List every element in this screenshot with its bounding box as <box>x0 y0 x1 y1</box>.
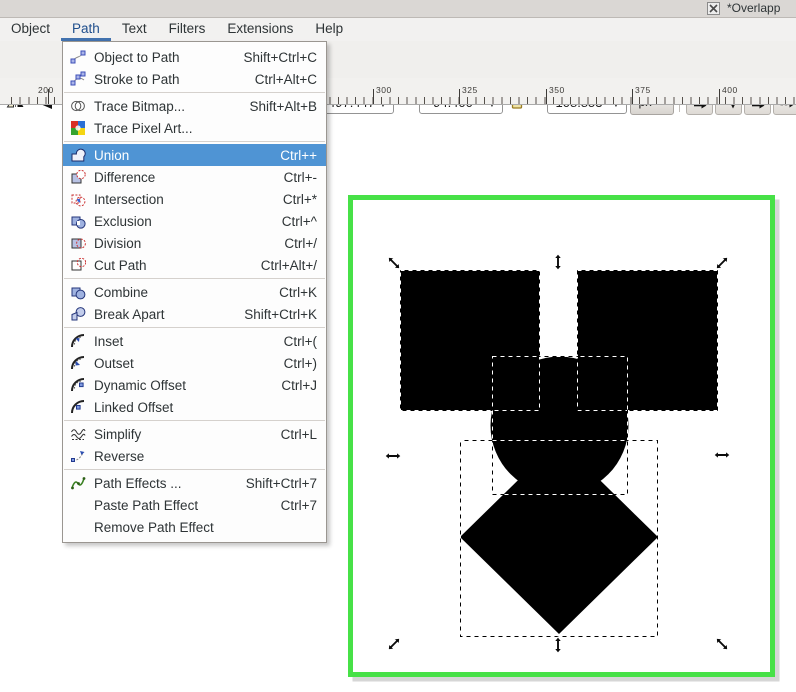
ruler-major-tick <box>373 89 374 104</box>
object-to-path-icon <box>69 49 86 66</box>
menu-separator <box>64 141 325 142</box>
titlebar: *Overlapp <box>0 0 796 18</box>
menu-item-reverse[interactable]: Reverse <box>63 445 326 467</box>
menubar: Object Path Text Filters Extensions Help <box>0 18 796 41</box>
menu-item-inset[interactable]: Inset Ctrl+( <box>63 330 326 352</box>
menu-separator <box>64 327 325 328</box>
menubar-item-object[interactable]: Object <box>0 18 61 41</box>
ruler-major-tick <box>546 89 547 104</box>
ruler-label: 350 <box>549 85 565 95</box>
menu-separator <box>64 92 325 93</box>
reverse-icon <box>69 448 86 465</box>
menu-item-object-to-path[interactable]: Object to Path Shift+Ctrl+C <box>63 46 326 68</box>
path-effects-icon <box>69 475 86 492</box>
stroke-to-path-icon <box>69 71 86 88</box>
menu-item-division[interactable]: Division Ctrl+/ <box>63 232 326 254</box>
menubar-item-text[interactable]: Text <box>111 18 158 41</box>
menubar-item-help[interactable]: Help <box>304 18 354 41</box>
outset-icon <box>69 355 86 372</box>
trace-pixel-art-icon <box>69 120 86 137</box>
ruler-label: 400 <box>722 85 738 95</box>
ruler-major-tick <box>459 89 460 104</box>
trace-bitmap-icon <box>69 98 86 115</box>
menubar-item-path[interactable]: Path <box>61 18 111 41</box>
ruler-label: 325 <box>462 85 478 95</box>
ruler-label: 300 <box>376 85 392 95</box>
difference-icon <box>69 169 86 186</box>
menu-item-paste-path-effect[interactable]: Paste Path Effect Ctrl+7 <box>63 494 326 516</box>
ruler-major-tick <box>719 89 720 104</box>
linked-offset-icon <box>69 399 86 416</box>
menu-item-trace-pixel-art[interactable]: Trace Pixel Art... <box>63 117 326 139</box>
menu-item-break-apart[interactable]: Break Apart Shift+Ctrl+K <box>63 303 326 325</box>
menu-separator <box>64 469 325 470</box>
menu-item-outset[interactable]: Outset Ctrl+) <box>63 352 326 374</box>
intersection-icon <box>69 191 86 208</box>
menu-item-exclusion[interactable]: Exclusion Ctrl+^ <box>63 210 326 232</box>
menu-item-combine[interactable]: Combine Ctrl+K <box>63 281 326 303</box>
menu-item-trace-bitmap[interactable]: Trace Bitmap... Shift+Alt+B <box>63 95 326 117</box>
menu-separator <box>64 420 325 421</box>
inset-icon <box>69 333 86 350</box>
no-icon <box>69 497 86 514</box>
menu-item-difference[interactable]: Difference Ctrl+- <box>63 166 326 188</box>
menu-separator <box>64 278 325 279</box>
menu-item-cut-path[interactable]: Cut Path Ctrl+Alt+/ <box>63 254 326 276</box>
menu-item-remove-path-effect[interactable]: Remove Path Effect <box>63 516 326 538</box>
exclusion-icon <box>69 213 86 230</box>
menu-item-dynamic-offset[interactable]: Dynamic Offset Ctrl+J <box>63 374 326 396</box>
dynamic-offset-icon <box>69 377 86 394</box>
ruler-label: 200 <box>38 85 54 95</box>
menu-item-path-effects[interactable]: Path Effects ... Shift+Ctrl+7 <box>63 472 326 494</box>
path-menu: Object to Path Shift+Ctrl+C Stroke to Pa… <box>62 41 327 543</box>
inkscape-window: *Overlapp Object Path Text Filters Exten… <box>0 0 796 692</box>
menubar-item-extensions[interactable]: Extensions <box>216 18 304 41</box>
union-icon <box>69 147 86 164</box>
menu-item-stroke-to-path[interactable]: Stroke to Path Ctrl+Alt+C <box>63 68 326 90</box>
menu-item-linked-offset[interactable]: Linked Offset <box>63 396 326 418</box>
break-apart-icon <box>69 306 86 323</box>
ruler-label: 375 <box>635 85 651 95</box>
ruler-major-tick <box>632 89 633 104</box>
menubar-item-filters[interactable]: Filters <box>158 18 217 41</box>
cut-path-icon <box>69 257 86 274</box>
menu-item-union[interactable]: Union Ctrl++ <box>63 144 326 166</box>
menu-item-intersection[interactable]: Intersection Ctrl+* <box>63 188 326 210</box>
menu-item-simplify[interactable]: Simplify Ctrl+L <box>63 423 326 445</box>
combine-icon <box>69 284 86 301</box>
division-icon <box>69 235 86 252</box>
document-close-icon <box>707 2 720 15</box>
simplify-icon <box>69 426 86 443</box>
window-title: *Overlapp <box>727 1 781 15</box>
no-icon <box>69 519 86 536</box>
